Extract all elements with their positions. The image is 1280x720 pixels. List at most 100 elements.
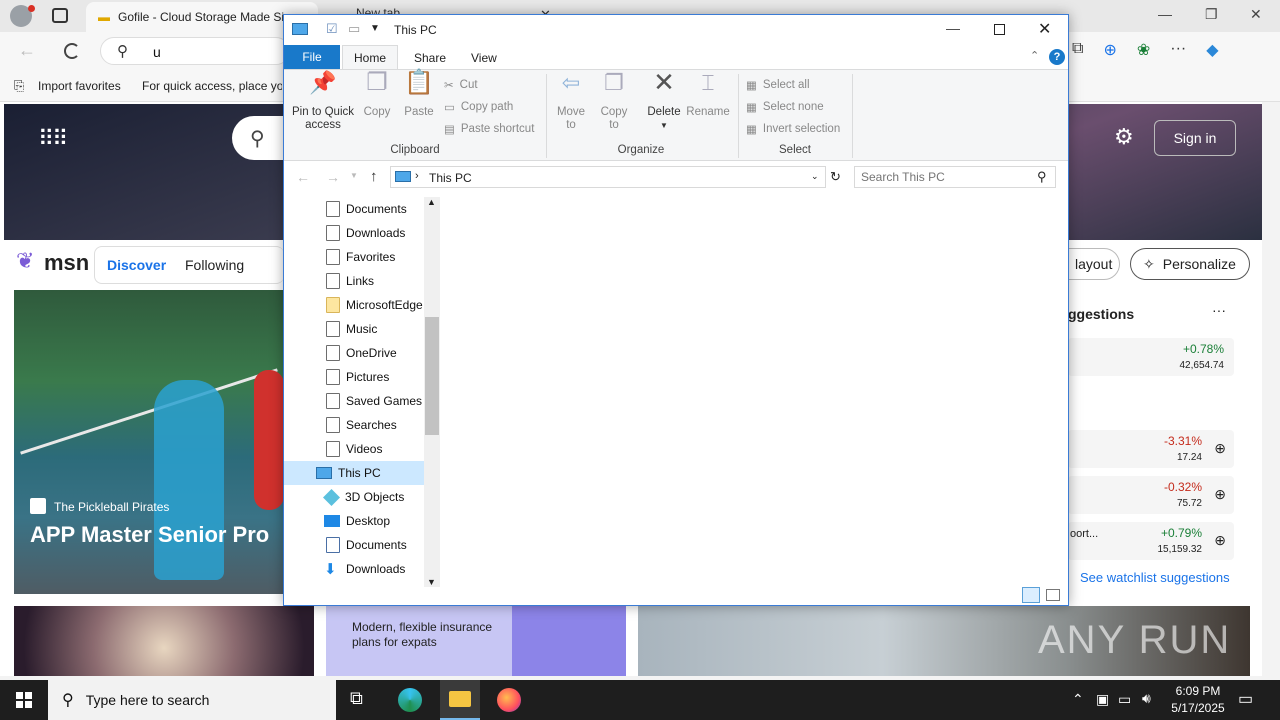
- scroll-up-icon[interactable]: ▲: [427, 197, 436, 207]
- extensions-icon[interactable]: ⧉: [1072, 40, 1083, 64]
- task-view-icon[interactable]: ⧉: [350, 688, 363, 709]
- watchlist-row[interactable]: +0.78% 42,654.74: [1068, 338, 1234, 376]
- tree-item-documents[interactable]: Documents: [284, 197, 424, 221]
- back-icon[interactable]: ←: [18, 40, 36, 61]
- qat-dropdown-icon[interactable]: ▼: [370, 23, 380, 34]
- reload-spinner-icon[interactable]: [64, 43, 80, 59]
- tab-following[interactable]: Following: [185, 257, 244, 273]
- see-watchlist-link[interactable]: See watchlist suggestions: [1080, 570, 1230, 585]
- explorer-minimize-icon[interactable]: —: [946, 20, 960, 36]
- clock-date[interactable]: 5/17/2025: [1166, 701, 1230, 715]
- edge-taskbar-icon[interactable]: [398, 688, 422, 712]
- tree-item-onedrive[interactable]: OneDrive: [284, 341, 424, 365]
- add-icon[interactable]: ⊕: [1214, 532, 1226, 549]
- breadcrumb-chevron-icon[interactable]: ›: [415, 170, 419, 182]
- add-icon[interactable]: ⊕: [1214, 486, 1226, 503]
- tab-discover[interactable]: Discover: [107, 257, 166, 273]
- rename-button[interactable]: ⌶ Rename: [686, 72, 730, 119]
- move-to-button[interactable]: ⇦ Move to: [554, 72, 588, 132]
- galaxy-card[interactable]: [14, 606, 314, 676]
- address-input[interactable]: ⚲ u: [100, 37, 290, 65]
- apps-grid-icon[interactable]: ⠿⠿: [38, 126, 68, 152]
- ribbon-collapse-icon[interactable]: ⌃: [1030, 49, 1039, 62]
- tree-item-links[interactable]: Links: [284, 269, 424, 293]
- nav-back-icon[interactable]: ←: [296, 169, 310, 185]
- watchlist-row[interactable]: -0.32% 75.72 ⊕: [1068, 476, 1234, 514]
- tree-item-videos[interactable]: Videos: [284, 437, 424, 461]
- tree-item-searches[interactable]: Searches: [284, 413, 424, 437]
- import-favorites-link[interactable]: Import favorites: [38, 79, 121, 93]
- tree-item-this-pc[interactable]: This PC: [284, 461, 424, 485]
- tree-item-3d-objects[interactable]: 3D Objects: [284, 485, 424, 509]
- explorer-taskbar-icon[interactable]: [440, 680, 480, 720]
- tab-file[interactable]: File: [284, 45, 340, 69]
- large-icons-view-icon[interactable]: [1046, 589, 1060, 601]
- copy-to-button[interactable]: ❐ Copy to: [597, 72, 631, 132]
- help-icon[interactable]: ?: [1049, 49, 1065, 65]
- recent-locations-icon[interactable]: ▼: [350, 171, 358, 180]
- performance-icon[interactable]: ❀: [1137, 40, 1150, 64]
- more-menu-icon[interactable]: ···: [1170, 40, 1186, 64]
- headline[interactable]: APP Master Senior Pro: [30, 522, 269, 548]
- qat-newfolder-icon[interactable]: ▭: [348, 21, 360, 37]
- refresh-icon[interactable]: ↻: [830, 169, 841, 185]
- close-icon[interactable]: ✕: [1250, 6, 1262, 23]
- path-dropdown-icon[interactable]: ⌄: [811, 171, 819, 182]
- tab-actions-icon[interactable]: [52, 8, 68, 23]
- tree-item-music[interactable]: Music: [284, 317, 424, 341]
- scroll-down-icon[interactable]: ▼: [427, 577, 436, 587]
- tree-item-favorites[interactable]: Favorites: [284, 245, 424, 269]
- explorer-maximize-icon[interactable]: [994, 24, 1005, 35]
- tree-scrollbar[interactable]: ▲ ▼: [424, 197, 440, 589]
- tree-item-pictures[interactable]: Pictures: [284, 365, 424, 389]
- explorer-search-input[interactable]: [861, 168, 1031, 186]
- ad-card[interactable]: Modern, flexible insurance plans for exp…: [326, 606, 626, 676]
- up-arrow-icon[interactable]: ↑: [370, 168, 378, 185]
- copy-path-button[interactable]: ▭ Copy path: [444, 96, 513, 118]
- tree-scroll-thumb[interactable]: [425, 317, 439, 435]
- cut-button[interactable]: ✂ Cut: [444, 74, 478, 96]
- tab-view[interactable]: View: [471, 51, 497, 65]
- settings-icon[interactable]: ⚙: [1114, 124, 1134, 150]
- sign-in-button[interactable]: Sign in: [1154, 120, 1236, 156]
- address-path-box[interactable]: › This PC ⌄: [390, 166, 826, 188]
- details-view-icon[interactable]: [1022, 587, 1040, 603]
- delete-button[interactable]: ✕ Delete ▼: [644, 69, 684, 132]
- tree-item-microsoftedge[interactable]: MicrosoftEdge: [284, 293, 424, 317]
- watchlist-more-icon[interactable]: ···: [1212, 302, 1226, 318]
- add-icon[interactable]: ⊕: [1214, 440, 1226, 457]
- qat-properties-icon[interactable]: ☑: [326, 21, 338, 37]
- tray-device-icon[interactable]: ▣: [1096, 691, 1109, 708]
- tree-item-downloads-2[interactable]: ⬇ Downloads: [284, 557, 424, 581]
- volume-icon[interactable]: 🔊︎: [1142, 690, 1151, 707]
- tree-item-downloads[interactable]: Downloads: [284, 221, 424, 245]
- pin-quick-access-button[interactable]: 📌 Pin to Quick access: [288, 72, 358, 132]
- watchlist-row[interactable]: -3.31% 17.24 ⊕: [1068, 430, 1234, 468]
- breadcrumb-this-pc[interactable]: This PC: [429, 171, 472, 185]
- tab-share[interactable]: Share: [414, 51, 446, 65]
- network-icon[interactable]: ▭: [1118, 691, 1131, 708]
- paste-button[interactable]: 📋 Paste: [402, 71, 436, 119]
- copy-button[interactable]: ❐ Copy: [360, 71, 394, 119]
- invert-selection-button[interactable]: ▦ Invert selection: [746, 118, 840, 140]
- personalize-button[interactable]: ✧ Personalize: [1130, 248, 1250, 280]
- hero-news-card[interactable]: The Pickleball Pirates APP Master Senior…: [14, 290, 284, 594]
- restore-icon[interactable]: ❐: [1205, 6, 1218, 23]
- watchlist-row[interactable]: oort... +0.79% 15,159.32 ⊕: [1068, 522, 1234, 560]
- select-all-button[interactable]: ▦ Select all: [746, 74, 810, 96]
- copilot-icon[interactable]: ◆: [1206, 40, 1218, 64]
- minimize-icon[interactable]: —: [1158, 6, 1172, 22]
- tree-item-saved-games[interactable]: Saved Games: [284, 389, 424, 413]
- tab-home[interactable]: Home: [342, 45, 398, 70]
- taskbar-search-box[interactable]: ⚲ Type here to search: [48, 680, 336, 720]
- downloads-icon[interactable]: ⊕: [1103, 40, 1116, 64]
- paste-shortcut-button[interactable]: ▤ Paste shortcut: [444, 118, 534, 140]
- msn-logo[interactable]: msn: [44, 250, 89, 276]
- explorer-search-box[interactable]: ⚲: [854, 166, 1056, 188]
- start-windows-icon[interactable]: [16, 692, 32, 708]
- city-card[interactable]: ANY RUN: [638, 606, 1250, 676]
- select-none-button[interactable]: ▦ Select none: [746, 96, 824, 118]
- firefox-taskbar-icon[interactable]: [497, 688, 521, 712]
- tray-chevron-icon[interactable]: ⌃: [1072, 691, 1084, 708]
- clock-time[interactable]: 6:09 PM: [1174, 684, 1222, 698]
